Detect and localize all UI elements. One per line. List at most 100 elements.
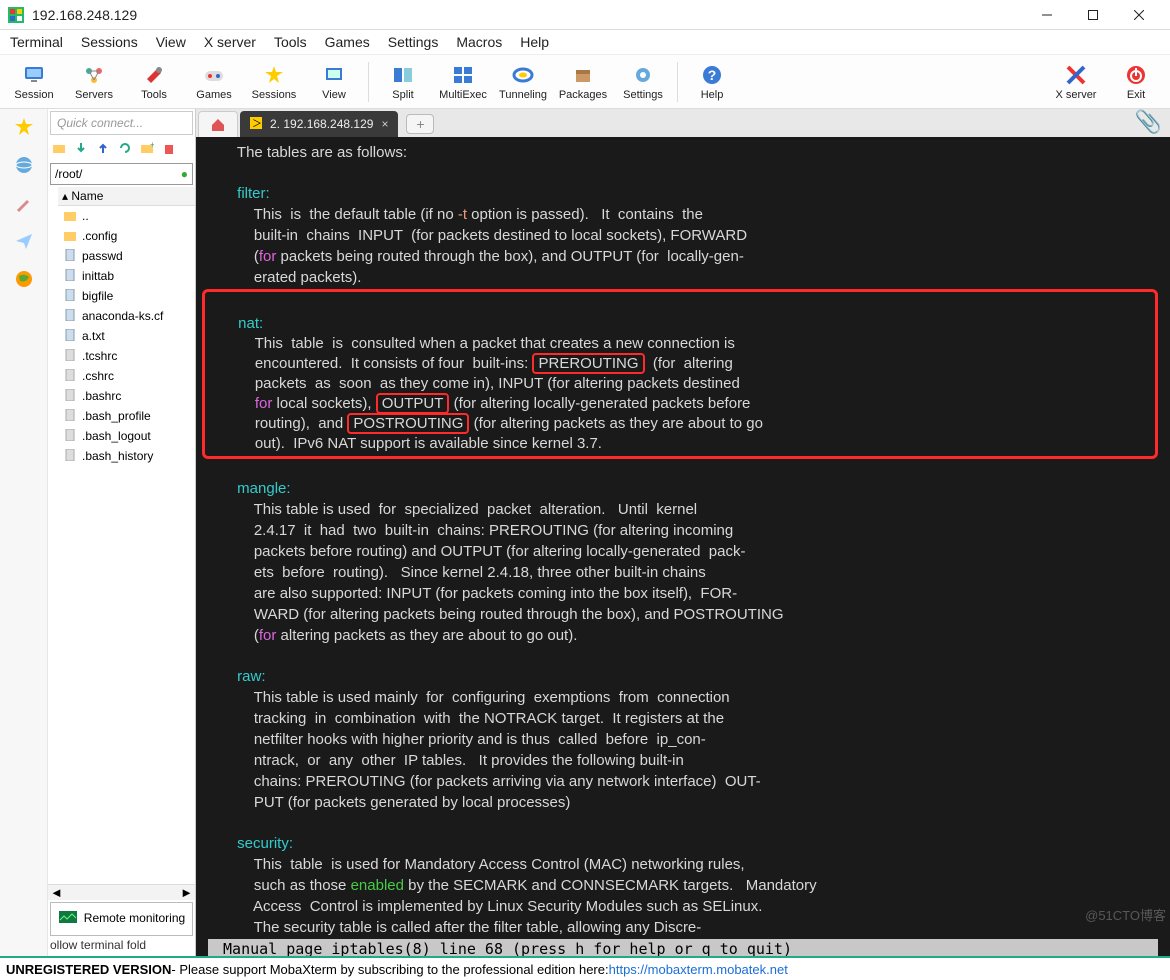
follow-label: ollow terminal fold — [48, 938, 195, 956]
tab-close-icon[interactable]: × — [381, 117, 388, 131]
mobaxterm-link[interactable]: https://mobaxterm.mobatek.net — [609, 962, 788, 977]
favorite-icon[interactable] — [12, 115, 36, 139]
world-icon[interactable] — [12, 267, 36, 291]
monitor-icon — [22, 63, 46, 87]
file-row[interactable]: .bashrc — [58, 386, 195, 406]
sidebar-toolbar: + — [48, 137, 195, 161]
menu-macros[interactable]: Macros — [456, 34, 502, 50]
tool-servers[interactable]: Servers — [64, 57, 124, 107]
gear-icon — [631, 63, 655, 87]
tool-sessions[interactable]: Sessions — [244, 57, 304, 107]
upload-icon[interactable] — [96, 141, 112, 157]
file-row[interactable]: bigfile — [58, 286, 195, 306]
close-button[interactable] — [1116, 0, 1162, 30]
brush-icon[interactable] — [12, 191, 36, 215]
multiexec-icon — [451, 63, 475, 87]
file-row[interactable]: anaconda-ks.cf — [58, 306, 195, 326]
file-row[interactable]: inittab — [58, 266, 195, 286]
toolbar-separator — [368, 62, 369, 102]
home-tab[interactable] — [198, 111, 238, 137]
view-icon — [322, 63, 346, 87]
left-strip — [0, 109, 48, 956]
file-icon — [64, 409, 78, 423]
highlight-prerouting: PREROUTING — [532, 353, 644, 374]
tool-help[interactable]: ?Help — [682, 57, 742, 107]
tool-tools[interactable]: Tools — [124, 57, 184, 107]
tunneling-icon — [511, 63, 535, 87]
highlight-postrouting: POSTROUTING — [347, 413, 469, 434]
file-row[interactable]: passwd — [58, 246, 195, 266]
file-row[interactable]: .bash_profile — [58, 406, 195, 426]
tool-multiexec[interactable]: MultiExec — [433, 57, 493, 107]
download-icon[interactable] — [74, 141, 90, 157]
send-icon[interactable] — [12, 229, 36, 253]
file-icon — [64, 349, 78, 363]
refresh-icon[interactable] — [118, 141, 134, 157]
main-area: Quick connect... + /root/ ● ▴ Name .. .c… — [0, 109, 1170, 956]
xserver-icon — [1064, 63, 1088, 87]
menu-games[interactable]: Games — [325, 34, 370, 50]
menu-tools[interactable]: Tools — [274, 34, 307, 50]
split-icon — [391, 63, 415, 87]
tool-packages[interactable]: Packages — [553, 57, 613, 107]
file-row[interactable]: .config — [58, 226, 195, 246]
bottom-bar: UNREGISTERED VERSION - Please support Mo… — [0, 956, 1170, 980]
tool-view[interactable]: View — [304, 57, 364, 107]
menu-terminal[interactable]: Terminal — [10, 34, 63, 50]
file-row[interactable]: .bash_history — [58, 446, 195, 466]
file-row-parent[interactable]: .. — [58, 206, 195, 226]
tool-settings[interactable]: Settings — [613, 57, 673, 107]
folder-icon — [64, 229, 78, 243]
minimize-button[interactable] — [1024, 0, 1070, 30]
file-row[interactable]: .cshrc — [58, 366, 195, 386]
menu-view[interactable]: View — [156, 34, 186, 50]
terminal-output[interactable]: The tables are as follows: filter: This … — [196, 137, 1170, 956]
new-folder-icon[interactable]: + — [140, 141, 156, 157]
file-icon — [64, 389, 78, 403]
servers-icon — [82, 63, 106, 87]
menu-sessions[interactable]: Sessions — [81, 34, 138, 50]
monitor-small-icon — [58, 910, 78, 929]
file-icon — [64, 329, 78, 343]
file-icon — [64, 429, 78, 443]
tree-header[interactable]: ▴ Name — [58, 187, 195, 206]
folder-up-icon — [64, 209, 78, 223]
h-scrollbar[interactable]: ◄► — [48, 884, 195, 900]
highlight-output: OUTPUT — [376, 393, 450, 414]
globe-icon[interactable] — [12, 153, 36, 177]
man-status-line: Manual page iptables(8) line 68 (press h… — [208, 939, 1158, 956]
window-title: 192.168.248.129 — [32, 7, 1024, 23]
maximize-button[interactable] — [1070, 0, 1116, 30]
file-row[interactable]: .bash_logout — [58, 426, 195, 446]
paperclip-icon[interactable]: 📎 — [1135, 109, 1162, 135]
quick-connect-input[interactable]: Quick connect... — [50, 111, 193, 135]
menu-xserver[interactable]: X server — [204, 34, 256, 50]
file-icon — [64, 369, 78, 383]
terminal-small-icon: ＞ — [250, 117, 262, 132]
tab-bar: ＞ 2. 192.168.248.129 × + 📎 — [196, 109, 1170, 137]
folder-icon[interactable] — [52, 141, 68, 157]
tool-tunneling[interactable]: Tunneling — [493, 57, 553, 107]
menu-settings[interactable]: Settings — [388, 34, 439, 50]
highlight-nat-section: nat: This table is consulted when a pack… — [202, 289, 1158, 459]
path-input[interactable]: /root/ ● — [50, 163, 193, 185]
tools-icon — [142, 63, 166, 87]
tool-exit[interactable]: Exit — [1106, 57, 1166, 107]
file-icon — [64, 249, 78, 263]
file-row[interactable]: a.txt — [58, 326, 195, 346]
toolbar: Session Servers Tools Games Sessions Vie… — [0, 54, 1170, 109]
tool-session[interactable]: Session — [4, 57, 64, 107]
new-tab-button[interactable]: + — [406, 114, 434, 134]
tool-xserver[interactable]: X server — [1046, 57, 1106, 107]
tool-split[interactable]: Split — [373, 57, 433, 107]
file-row[interactable]: .tcshrc — [58, 346, 195, 366]
delete-icon[interactable] — [162, 141, 178, 157]
tab-session[interactable]: ＞ 2. 192.168.248.129 × — [240, 111, 398, 137]
watermark: @51CTO博客 — [1085, 906, 1166, 926]
file-icon — [64, 269, 78, 283]
tool-games[interactable]: Games — [184, 57, 244, 107]
unregistered-label: UNREGISTERED VERSION — [6, 962, 171, 977]
remote-monitoring-button[interactable]: Remote monitoring — [50, 902, 193, 936]
star-icon — [262, 63, 286, 87]
menu-help[interactable]: Help — [520, 34, 549, 50]
